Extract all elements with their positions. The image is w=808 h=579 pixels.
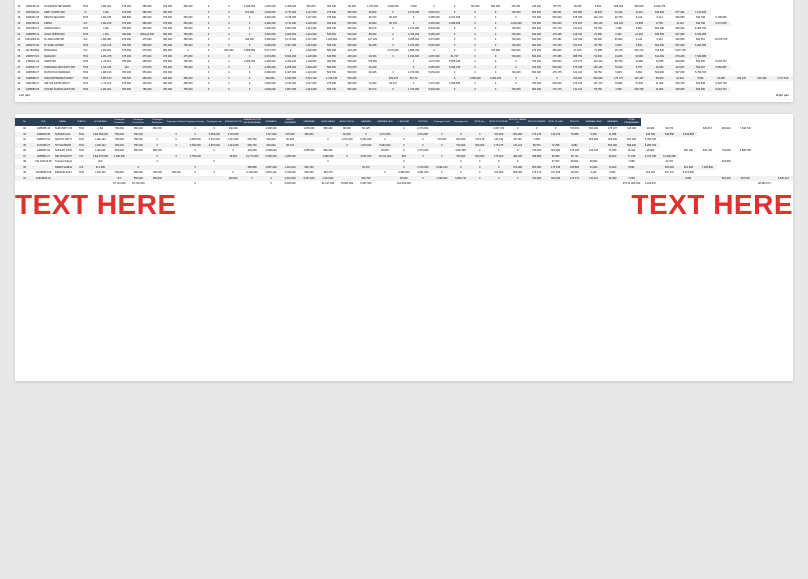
column-header: JUMLAH KOTOR SETELAH PAJAK xyxy=(243,118,262,126)
text-here-right: TEXT HERE xyxy=(631,189,793,221)
column-header: JAMINAN xyxy=(356,118,375,126)
column-header: JAMINAN LAIN2 xyxy=(584,118,603,126)
column-header: ANGS POKOK xyxy=(337,118,356,126)
column-header: BPJS-TK xyxy=(565,118,584,126)
column-header: Tunjangan Lain2 xyxy=(432,118,451,126)
column-header: GOL/RUANG xyxy=(91,118,110,126)
column-header: JAMINAN LAIN xyxy=(375,118,394,126)
text-here-left: TEXT HERE xyxy=(15,189,177,221)
column-header: JUMLAH KOTOR xyxy=(224,118,243,126)
column-header: Tunjangan Jabatan xyxy=(167,118,186,126)
footer-right: Right part xyxy=(772,92,793,98)
column-header: STATUS xyxy=(72,118,91,126)
column-header: POTONG xyxy=(413,118,432,126)
column-header: NIK xyxy=(34,118,53,126)
column-header: Tunjangan Lainnya xyxy=(186,118,205,126)
footer-left: Left part xyxy=(15,92,34,98)
column-header: No xyxy=(15,118,34,126)
column-header: Tunjangan Lain xyxy=(205,118,224,126)
page-1: 161064600 03NUGROHO SETIAWANTK/0L.BA 201… xyxy=(15,0,793,102)
page-2: NoNIKNAMASTATUSGOL/RUANGTunjangan Tambah… xyxy=(15,114,793,381)
column-header: BPJS-TK NAKER xyxy=(527,118,546,126)
column-header: KEMBANG xyxy=(262,118,281,126)
data-table-1: 161064600 03NUGROHO SETIAWANTK/0L.BA 201… xyxy=(15,4,793,92)
column-header: JAMINAN2 xyxy=(603,118,622,126)
data-table-2: NoNIKNAMASTATUSGOL/RUANGTunjangan Tambah… xyxy=(15,118,793,187)
column-header: SIMPUT SIMPANAN xyxy=(281,118,300,126)
column-header: SIMPANAN xyxy=(300,118,319,126)
column-header: ANGS WAJIB xyxy=(319,118,338,126)
column-header: Tunjangan Tambahan xyxy=(110,118,129,126)
column-header: TOTAL PENERIMAAN xyxy=(622,118,641,126)
column-header: BPJS-TK NAKER PT xyxy=(508,118,527,126)
column-header: BPJS Kes xyxy=(470,118,489,126)
column-header: Tunjangan Perumahan xyxy=(129,118,148,126)
column-header: BPJS-TK LAIN xyxy=(546,118,565,126)
column-header: NAMA xyxy=(53,118,72,126)
column-header: LAIN-LAIN xyxy=(394,118,413,126)
column-header: BPJS-TK KORLAP xyxy=(489,118,508,126)
column-header: Tunjangan Kendaraan xyxy=(148,118,167,126)
column-header: Tunjangan Istri xyxy=(451,118,470,126)
